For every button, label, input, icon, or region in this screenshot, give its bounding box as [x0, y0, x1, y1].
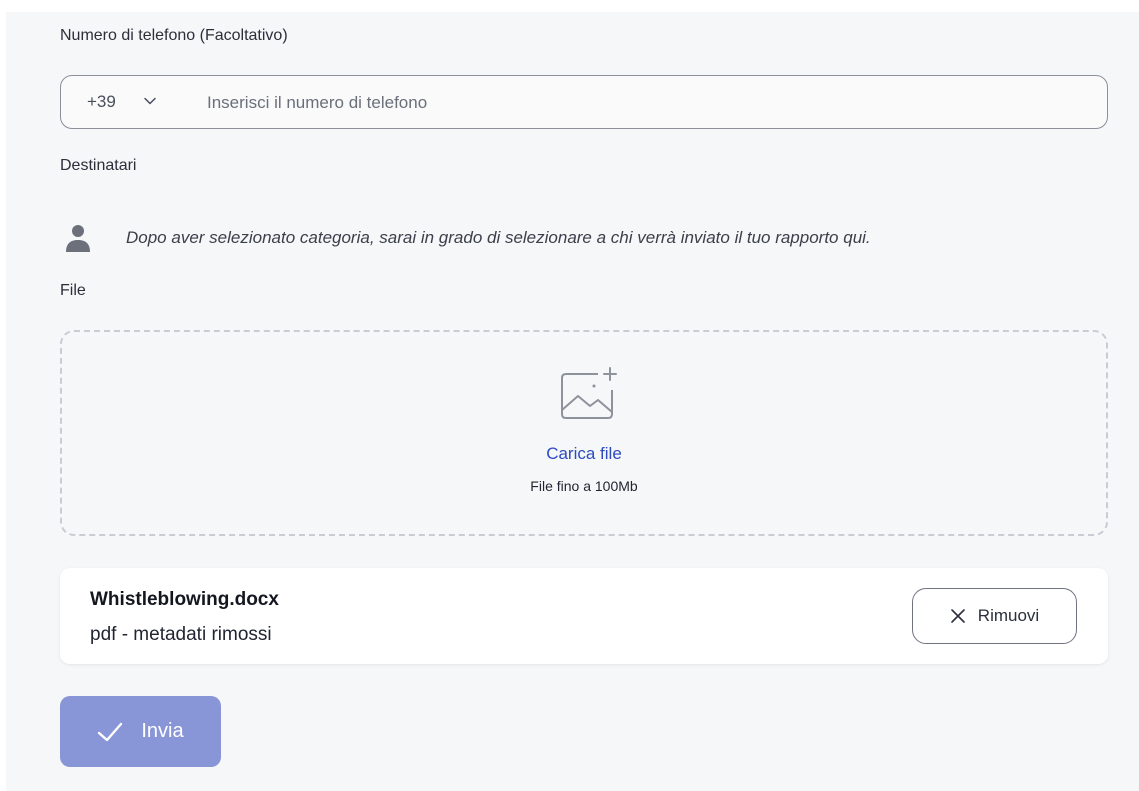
submit-label: Invia: [141, 720, 184, 742]
phone-number-input[interactable]: [205, 84, 1089, 122]
file-meta: pdf - metadati rimossi: [90, 624, 272, 645]
upload-file-link[interactable]: Carica file: [62, 444, 1106, 464]
check-icon: [98, 722, 123, 741]
phone-field: +39: [60, 75, 1108, 129]
file-name: Whistleblowing.docx: [90, 589, 279, 610]
image-upload-icon: [561, 367, 617, 419]
close-icon: [950, 609, 965, 623]
file-dropzone[interactable]: Carica file File fino a 100Mb: [60, 330, 1108, 536]
remove-file-button[interactable]: Rimuovi: [912, 588, 1077, 644]
recipients-label: Destinatari: [60, 157, 137, 174]
remove-file-label: Rimuovi: [977, 606, 1040, 625]
submit-button[interactable]: Invia: [60, 696, 221, 767]
upload-size-hint: File fino a 100Mb: [530, 478, 638, 494]
recipients-note: Dopo aver selezionato categoria, sarai i…: [126, 228, 871, 247]
form-panel: Numero di telefono (Facoltativo) +39 Des…: [6, 12, 1139, 791]
country-code-select[interactable]: +39: [87, 92, 116, 112]
chevron-down-icon[interactable]: [143, 94, 157, 108]
attached-file-card: Whistleblowing.docx pdf - metadati rimos…: [60, 568, 1108, 664]
file-label: File: [60, 282, 86, 299]
person-icon: [66, 225, 90, 252]
phone-label: Numero di telefono (Facoltativo): [60, 27, 288, 44]
